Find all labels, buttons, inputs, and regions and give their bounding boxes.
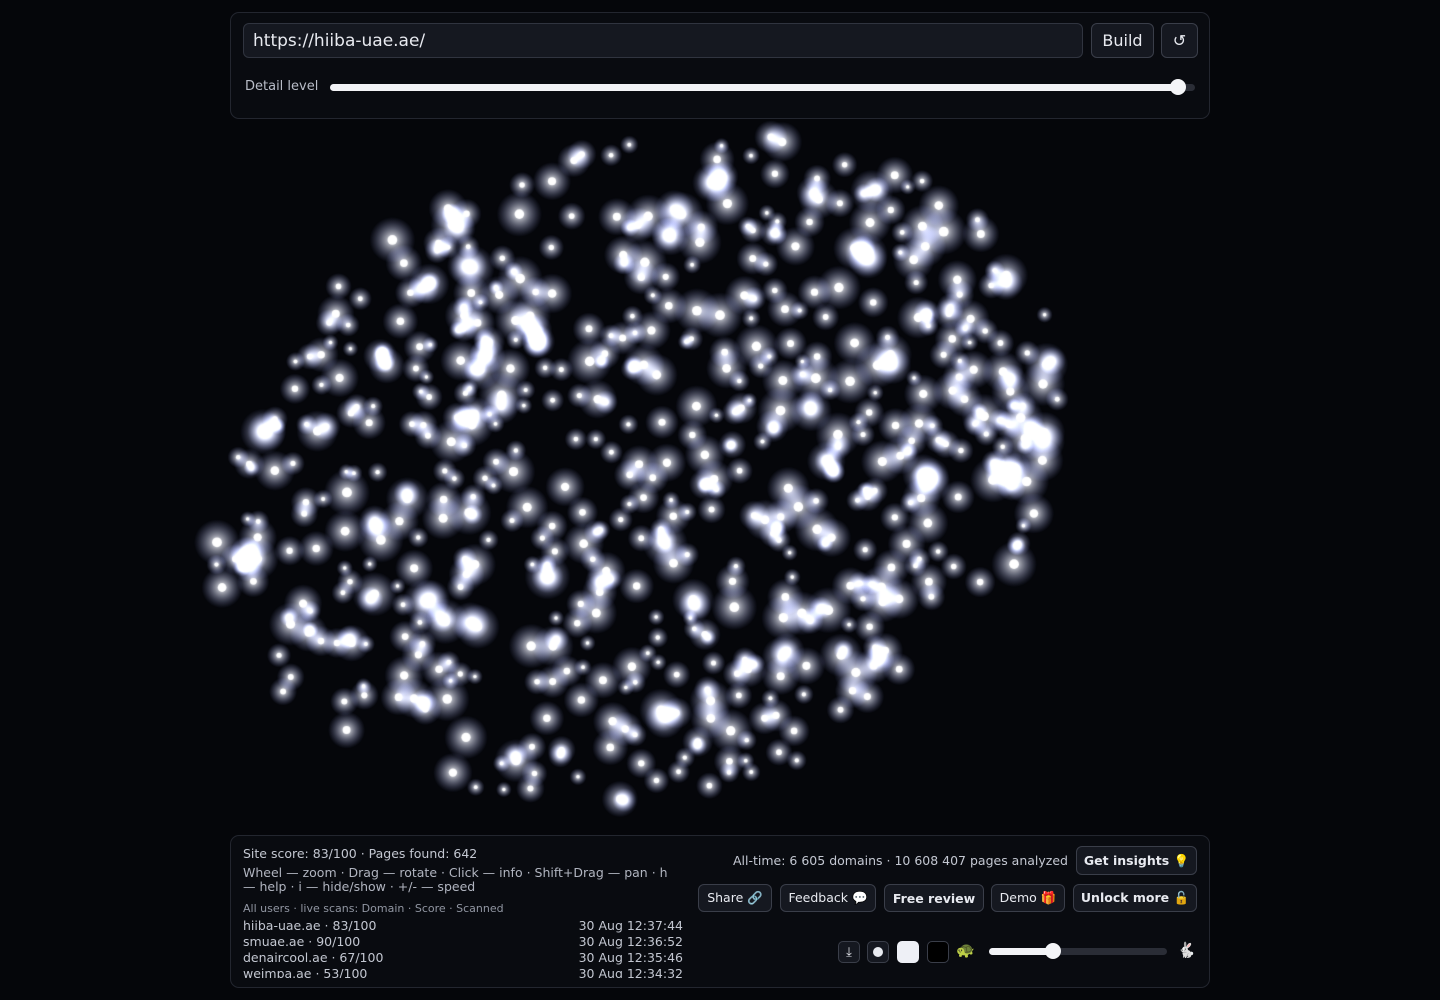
detail-level-fill <box>330 84 1178 91</box>
list-item[interactable]: weimpa.ae · 53/100 30 Aug 12:34:32 <box>243 966 683 978</box>
rabbit-icon: 🐇 <box>1177 941 1196 959</box>
scan-time: 30 Aug 12:35:46 <box>578 950 683 965</box>
dot-icon <box>873 947 883 957</box>
get-insights-button[interactable]: Get insights 💡 <box>1076 846 1197 875</box>
url-toolbar: Build ↺ Detail level <box>230 12 1210 119</box>
node-size-button[interactable] <box>867 941 889 963</box>
url-input[interactable] <box>243 23 1083 58</box>
scan-time: 30 Aug 12:36:52 <box>578 934 683 949</box>
dark-theme-button[interactable] <box>927 941 949 963</box>
list-item[interactable]: denaircool.ae · 67/100 30 Aug 12:35:46 <box>243 950 683 966</box>
download-icon[interactable]: ⤓ <box>838 941 860 963</box>
detail-level-slider[interactable] <box>330 79 1195 95</box>
list-item[interactable]: hiiba-uae.ae · 83/100 30 Aug 12:37:44 <box>243 918 683 934</box>
alltime-stats: All-time: 6 605 domains · 10 608 407 pag… <box>733 853 1068 868</box>
scan-time: 30 Aug 12:34:32 <box>578 966 683 978</box>
scan-domain: smuae.ae · 90/100 <box>243 934 361 949</box>
light-theme-button[interactable] <box>897 941 919 963</box>
detail-level-label: Detail level <box>245 79 319 94</box>
feedback-button[interactable]: Feedback 💬 <box>780 884 876 912</box>
scan-time: 30 Aug 12:37:44 <box>578 918 683 933</box>
live-scans-list: hiiba-uae.ae · 83/100 30 Aug 12:37:44 sm… <box>243 918 683 978</box>
scan-domain: hiiba-uae.ae · 83/100 <box>243 918 377 933</box>
scan-domain: weimpa.ae · 53/100 <box>243 966 368 978</box>
build-button[interactable]: Build <box>1091 23 1154 58</box>
site-stats: Site score: 83/100 · Pages found: 642 <box>243 846 478 861</box>
list-item[interactable]: smuae.ae · 90/100 30 Aug 12:36:52 <box>243 934 683 950</box>
speed-slider[interactable] <box>989 943 1167 959</box>
share-button[interactable]: Share 🔗 <box>698 884 772 912</box>
unlock-more-button[interactable]: Unlock more 🔓 <box>1073 884 1197 912</box>
scan-domain: denaircool.ae · 67/100 <box>243 950 384 965</box>
demo-button[interactable]: Demo 🎁 <box>991 884 1065 912</box>
help-text: Wheel — zoom · Drag — rotate · Click — i… <box>243 865 668 894</box>
free-review-button[interactable]: Free review <box>884 884 984 912</box>
refresh-icon[interactable]: ↺ <box>1161 23 1198 58</box>
detail-level-thumb[interactable] <box>1169 79 1186 95</box>
info-panel: Site score: 83/100 · Pages found: 642 Wh… <box>230 835 1210 988</box>
speed-thumb[interactable] <box>1045 943 1062 959</box>
turtle-icon: 🐢 <box>956 941 975 959</box>
live-scans-header: All users · live scans: Domain · Score ·… <box>243 902 504 915</box>
speed-fill <box>989 948 1054 955</box>
